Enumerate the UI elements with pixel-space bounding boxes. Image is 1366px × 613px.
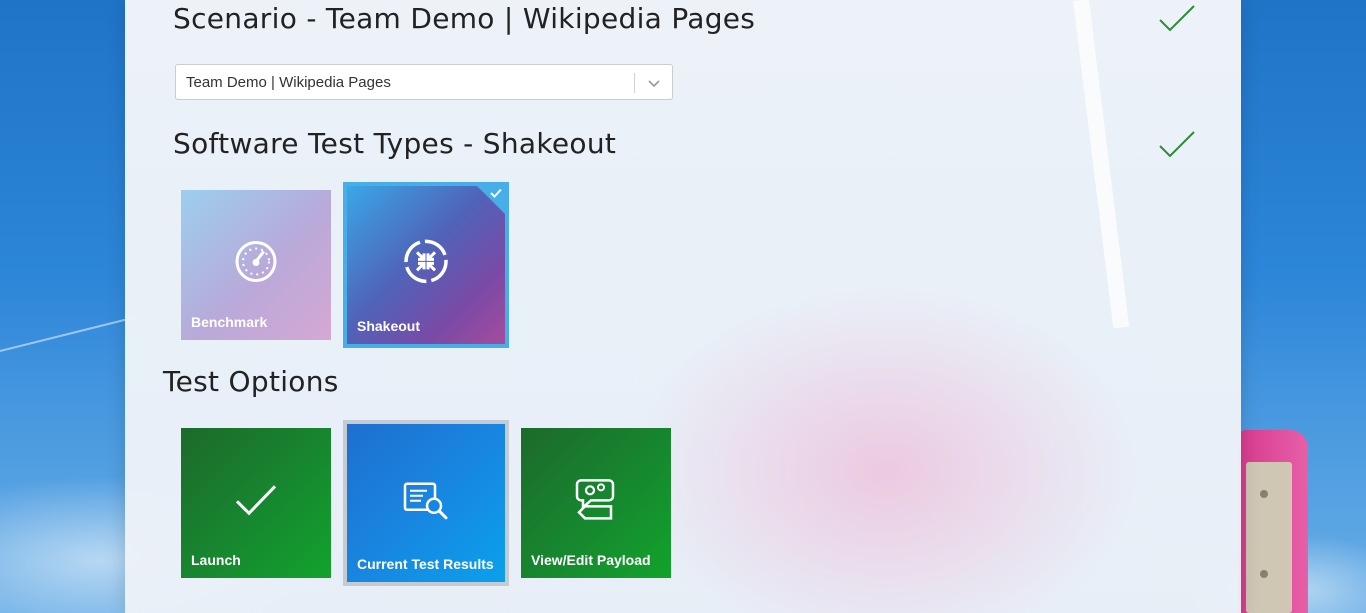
select-separator xyxy=(634,73,635,93)
current-test-results-button[interactable]: Current Test Results xyxy=(343,420,509,586)
background-bolt xyxy=(1260,490,1268,498)
scenario-select-value: Team Demo | Wikipedia Pages xyxy=(186,74,391,91)
payload-gear-icon xyxy=(575,479,615,520)
background-contrail xyxy=(0,316,137,352)
document-search-icon xyxy=(403,482,448,520)
wizard-panel: Scenario - Team Demo | Wikipedia Pages T… xyxy=(125,0,1241,613)
test-options-title: Test Options xyxy=(163,365,339,398)
background-bolt xyxy=(1260,570,1268,578)
scenario-title: Scenario - Team Demo | Wikipedia Pages xyxy=(173,2,756,35)
background-plate xyxy=(1246,462,1292,613)
chevron-down-icon[interactable] xyxy=(646,75,662,91)
test-types-title: Software Test Types - Shakeout xyxy=(173,127,617,160)
launch-label: Launch xyxy=(191,552,241,568)
test-types-complete-check-icon xyxy=(1159,131,1195,158)
shakeout-arrows-icon xyxy=(404,239,448,284)
checkmark-icon xyxy=(235,485,277,516)
background-aircraft-tail xyxy=(1238,430,1308,613)
view-edit-payload-button[interactable]: View/Edit Payload xyxy=(521,428,671,578)
speedometer-icon xyxy=(235,240,277,282)
shakeout-label: Shakeout xyxy=(357,318,421,334)
launch-button[interactable]: Launch xyxy=(181,428,331,578)
view-edit-payload-label: View/Edit Payload xyxy=(531,552,651,568)
selected-check-icon xyxy=(490,188,502,198)
current-test-results-label: Current Test Results xyxy=(357,556,494,572)
benchmark-tile[interactable]: Benchmark xyxy=(181,190,331,340)
benchmark-label: Benchmark xyxy=(191,314,268,330)
shakeout-tile[interactable]: Shakeout xyxy=(343,182,509,348)
current-test-results-face: Current Test Results xyxy=(347,424,505,582)
scenario-complete-check-icon xyxy=(1159,5,1195,32)
background-pole xyxy=(1073,0,1130,329)
scenario-select[interactable]: Team Demo | Wikipedia Pages xyxy=(175,64,673,100)
